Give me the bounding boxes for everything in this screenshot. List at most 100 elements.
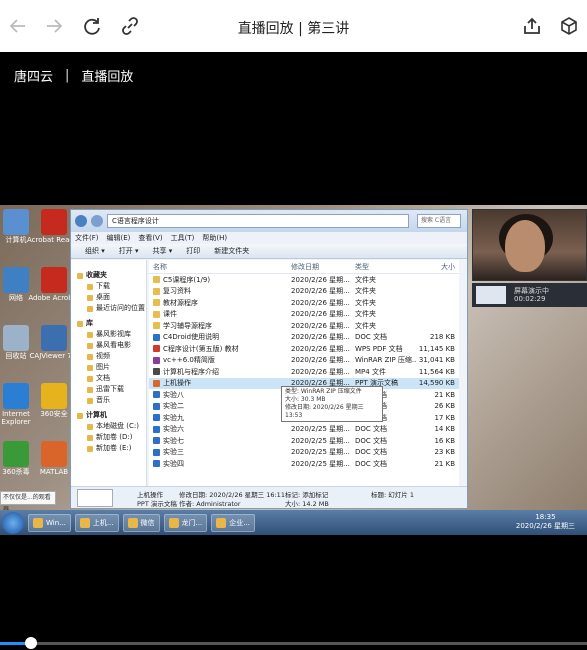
file-name: C4Droid使用说明 <box>163 333 220 342</box>
file-tooltip: 类型: WinRAR ZIP 压缩文件 大小: 30.3 MB 修改日期: 20… <box>281 386 383 422</box>
file-size: 31,041 KB <box>418 356 455 365</box>
file-date: 2020/2/25 星期... <box>291 448 350 457</box>
nav-item: 迅雷下载 <box>77 384 146 395</box>
app-icon <box>79 517 90 528</box>
nav-item-label: 音乐 <box>96 396 110 404</box>
file-date: 2020/2/25 星期... <box>291 459 350 468</box>
taskbar: Win... 上机... 微信 龙门... 企业... 18:35 2020/2/26 … <box>0 510 587 535</box>
file-date: 2020/2/26 星期... <box>291 298 350 307</box>
file-row: C4Droid使用说明 2020/2/26 星期... DOC 文档 218 KB <box>149 332 459 344</box>
file-type: DOC 文档 <box>355 425 388 434</box>
file-row: 计算机与程序介绍 2020/2/26 星期... MP4 文件 11,564 KB <box>149 366 459 378</box>
share-time: 00:02:29 <box>514 295 546 303</box>
file-row: 复习资料 2020/2/26 星期... 文件夹 <box>149 286 459 298</box>
nav-item: 下载 <box>77 281 146 292</box>
share-icon[interactable] <box>520 14 544 38</box>
file-list: 名称 修改日期 类型 大小 C5课程序(1/9) 2020/2/26 星期... 文… <box>149 260 459 486</box>
tooltip-date: 修改日期: 2020/2/26 星期三 13:53 <box>285 404 364 419</box>
file-type: MP4 文件 <box>355 367 386 376</box>
file-size: 16 KB <box>434 436 455 445</box>
nav-item-label: 暴风影视库 <box>96 330 131 338</box>
desktop-app-icon <box>41 325 67 351</box>
file-row: 学习辅导源程序 2020/2/26 星期... 文件夹 <box>149 320 459 332</box>
command-item: 打开 ▾ <box>118 247 139 255</box>
file-date: 2020/2/26 星期... <box>291 367 350 376</box>
progress-knob[interactable] <box>25 637 38 649</box>
nav-item-label: 下载 <box>96 282 110 290</box>
rar-icon <box>153 356 160 364</box>
file-date: 2020/2/26 星期... <box>291 275 350 284</box>
folder-icon <box>87 305 93 312</box>
nav-item-label: 图片 <box>96 363 110 371</box>
video-meta: 唐四云 | 直播回放 <box>14 66 133 85</box>
column-type: 类型 <box>355 262 369 271</box>
nav-item-label: 桌面 <box>96 293 110 301</box>
video-player[interactable]: 唐四云 | 直播回放 计算机 Acrobat Reader 网络 Adobe Acro… <box>0 52 587 650</box>
file-type: 文件夹 <box>355 275 376 284</box>
details-author: 作者: Administrator <box>179 500 241 508</box>
meta-separator: | <box>65 68 70 83</box>
webcam-overlay <box>472 209 587 281</box>
folder-icon <box>153 276 160 284</box>
file-type: DOC 文档 <box>355 459 388 468</box>
teacher-name: 唐四云 <box>14 70 54 85</box>
file-name: 实验二 <box>163 402 184 411</box>
folder-icon <box>153 287 160 295</box>
menu-item: 查看(V) <box>138 234 163 242</box>
folder-icon <box>87 342 93 349</box>
share-thumbnail <box>476 286 506 304</box>
column-size: 大小 <box>441 262 455 271</box>
file-name: 实验七 <box>163 436 184 445</box>
replay-label: 直播回放 <box>81 70 134 85</box>
video-frame: 计算机 Acrobat Reader 网络 Adobe Acrobat 回收站 CAJVi… <box>0 205 587 535</box>
command-item: 组织 ▾ <box>85 247 105 255</box>
folder-icon <box>77 412 83 419</box>
folder-icon <box>87 331 93 338</box>
taskbar-app-label: Win... <box>46 518 66 527</box>
file-thumbnail <box>77 489 113 507</box>
cube-icon[interactable] <box>557 14 581 38</box>
file-type: 文件夹 <box>355 287 376 296</box>
file-name: 实验八 <box>163 390 184 399</box>
folder-icon <box>87 364 93 371</box>
file-name-cell: 教材源程序 <box>149 298 291 308</box>
pdf-icon <box>153 345 160 353</box>
file-name: C5课程序(1/9) <box>163 275 211 284</box>
tooltip-type: 类型: WinRAR ZIP 压缩文件 <box>285 388 362 395</box>
explorer-window: C语言程序设计 搜索 C语言 文件(F) 编辑(E) 查看(V) 工具(T) 帮助(H)… <box>70 209 468 509</box>
taskbar-app: 龙门... <box>163 513 208 532</box>
menu-item: 工具(T) <box>170 234 195 242</box>
folder-icon <box>77 320 83 327</box>
nav-item-label: 库 <box>86 319 93 327</box>
file-name-cell: 学习辅导源程序 <box>149 321 291 331</box>
file-date: 2020/2/26 星期... <box>291 333 350 342</box>
desktop-icons: 计算机 Acrobat Reader 网络 Adobe Acrobat 回收站 CAJVi… <box>0 205 81 510</box>
file-name-cell: 实验七 <box>149 436 291 446</box>
file-name-cell: 课件 <box>149 309 291 319</box>
file-type: 文件夹 <box>355 321 376 330</box>
file-type: WinRAR ZIP 压缩... <box>355 356 417 365</box>
progress-bar[interactable] <box>0 637 587 649</box>
taskbar-app: Win... <box>28 513 71 532</box>
file-name: 计算机与程序介绍 <box>163 367 219 376</box>
doc-icon <box>153 448 160 456</box>
folder-icon <box>77 272 83 279</box>
doc-icon <box>153 425 160 433</box>
navigation-pane: 收藏夹 下载 桌面 最近访问的位置库暴风影视库 暴风看电影 视频 图片 文档 迅雷下载 音乐 计算机… <box>71 260 147 486</box>
taskbar-app: 微信 <box>122 513 160 532</box>
nav-item-label: 新加卷 (E:) <box>96 444 132 452</box>
file-type: DOC 文档 <box>355 333 388 342</box>
file-name: 实验四 <box>163 459 184 468</box>
file-name-cell: 实验六 <box>149 424 291 434</box>
nav-item-label: 迅雷下载 <box>96 385 124 393</box>
nav-item: 文档 <box>77 373 146 384</box>
folder-icon <box>87 283 93 290</box>
details-title: 标题: 幻灯片 1 <box>371 491 414 499</box>
page-title: 直播回放 | 第三讲 <box>237 21 350 37</box>
nav-item-label: 本地磁盘 (C:) <box>96 422 139 430</box>
folder-icon <box>87 386 93 393</box>
taskbar-app: 企业... <box>211 513 255 532</box>
command-item: 新建文件夹 <box>214 247 250 255</box>
nav-item-label: 新加卷 (D:) <box>96 433 133 441</box>
command-item: 共享 ▾ <box>152 247 173 255</box>
